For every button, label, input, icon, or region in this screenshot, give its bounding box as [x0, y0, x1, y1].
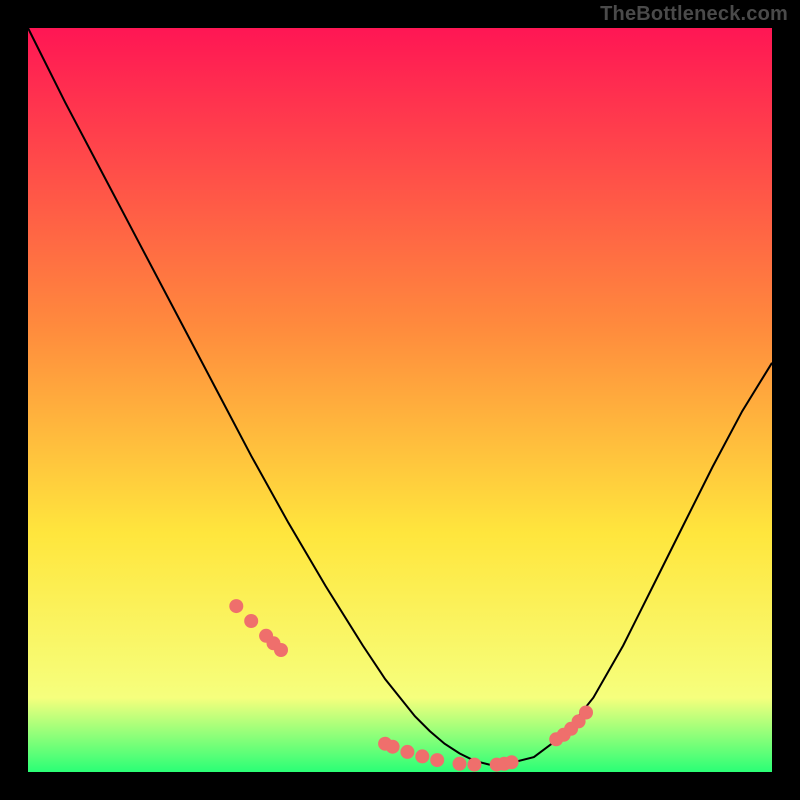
- marker-point: [505, 755, 519, 769]
- marker-point: [229, 599, 243, 613]
- marker-point: [579, 706, 593, 720]
- marker-point: [453, 757, 467, 771]
- marker-point: [467, 758, 481, 772]
- plot-background-gradient: [28, 28, 772, 772]
- marker-point: [400, 745, 414, 759]
- marker-point: [274, 643, 288, 657]
- watermark-text: TheBottleneck.com: [600, 3, 788, 26]
- marker-point: [415, 749, 429, 763]
- marker-point: [430, 753, 444, 767]
- marker-point: [244, 614, 258, 628]
- chart-stage: TheBottleneck.com: [0, 0, 800, 800]
- marker-point: [386, 740, 400, 754]
- bottleneck-chart: [0, 0, 800, 800]
